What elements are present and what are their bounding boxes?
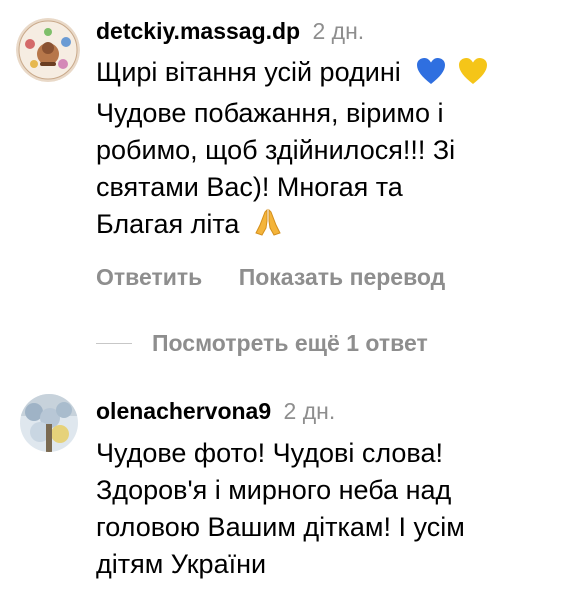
comment-line: головою Вашим діткам! І усім	[96, 512, 465, 542]
avatar[interactable]	[20, 394, 78, 452]
avatar[interactable]	[16, 18, 80, 82]
comment-actions: Ответить Показать перевод	[96, 264, 445, 291]
divider	[96, 342, 132, 344]
comment-line: Чудове фото! Чудові слова!	[96, 438, 443, 468]
timestamp: 2 дн.	[312, 18, 365, 44]
comment-line: Благая літа	[96, 209, 240, 239]
translate-button[interactable]: Показать перевод	[239, 264, 446, 290]
comment-line: святами Вас)! Многая та	[96, 172, 403, 202]
yellow-heart-icon	[458, 57, 488, 95]
timestamp: 2 дн.	[283, 398, 336, 424]
username[interactable]: detckiy.massag.dp	[96, 18, 300, 44]
view-more-replies-label[interactable]: Посмотреть ещё 1 ответ	[152, 330, 428, 357]
comment-line: Чудове побажання, віримо і	[96, 98, 444, 128]
comment-line: Здоров'я і мирного неба над	[96, 475, 452, 505]
username[interactable]: olenachervona9	[96, 398, 271, 424]
folded-hands-icon	[253, 207, 283, 247]
comment-line: дітям України	[96, 549, 267, 579]
comment-text: Щирі вітання усій родині Чудове побажанн…	[96, 54, 488, 247]
blue-heart-icon	[416, 57, 446, 95]
comment-line: Щирі вітання усій родині	[96, 57, 401, 87]
view-more-replies[interactable]: Посмотреть ещё 1 ответ	[96, 328, 428, 358]
comment-line: робимо, щоб здійнилося!!! Зі	[96, 135, 456, 165]
reply-button[interactable]: Ответить	[96, 264, 202, 290]
comment-header: detckiy.massag.dp 2 дн.	[96, 18, 364, 45]
comment-text: Чудове фото! Чудові слова! Здоров'я і ми…	[96, 435, 465, 583]
comment-header: olenachervona9 2 дн.	[96, 398, 335, 425]
